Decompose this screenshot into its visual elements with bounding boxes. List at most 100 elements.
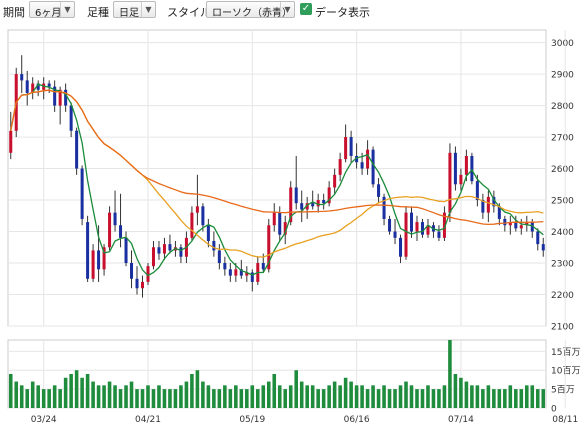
volume-bar: [535, 389, 540, 408]
interval-label: 足種: [87, 6, 109, 19]
volume-bar: [250, 385, 255, 408]
date-tick-label: 04/21: [135, 415, 161, 425]
volume-bar: [157, 385, 161, 408]
candle-down: [349, 137, 353, 156]
volume-bar: [442, 385, 447, 408]
volume-bar: [135, 389, 139, 408]
price-tick-label: 2400: [551, 228, 574, 238]
period-select-value: 6ヶ月: [35, 8, 62, 19]
style-label: スタイル: [167, 6, 211, 19]
volume-bar: [118, 389, 123, 408]
volume-bar: [36, 385, 40, 408]
candle-down: [393, 231, 397, 238]
stock-chart: 2100 2200 2300 2400 2500 2600 2700 2800 2900 3000…: [7, 29, 580, 425]
price-tick-label: 3000: [551, 39, 574, 49]
candle-up: [459, 174, 463, 185]
candle-up: [404, 212, 408, 257]
interval-select-value: 日足: [119, 8, 139, 19]
candle-down: [25, 80, 29, 93]
volume-bar: [52, 385, 57, 408]
candle-down: [420, 222, 424, 235]
period-select[interactable]: 6ヶ月 ▼: [29, 1, 75, 19]
volume-bar: [256, 389, 260, 408]
candle-down: [135, 278, 139, 289]
price-tick-label: 2300: [551, 260, 574, 270]
candle-down: [261, 263, 265, 270]
volume-bar: [503, 389, 507, 408]
candle-down: [97, 250, 101, 270]
volume-bar: [354, 385, 359, 408]
volume-bar: [217, 389, 222, 408]
candle-down: [69, 105, 73, 131]
volume-bar: [470, 385, 474, 408]
volume-bar: [492, 389, 496, 408]
price-tick-label: 2900: [551, 71, 574, 81]
candle-down: [179, 247, 183, 257]
period-label: 期間: [3, 6, 25, 19]
volume-bar: [14, 381, 19, 408]
volume-bar: [283, 389, 288, 408]
volume-bar: [228, 389, 233, 408]
interval-select[interactable]: 日足 ▼: [113, 1, 156, 19]
show-data-checkbox[interactable]: ✓: [300, 3, 312, 15]
style-select[interactable]: ローソク（赤青） ▼: [206, 1, 295, 19]
candle-up: [190, 212, 194, 238]
date-tick-label: 07/14: [448, 415, 474, 425]
candle-down: [80, 168, 84, 219]
chevron-down-icon: ▼: [141, 2, 155, 17]
volume-bar: [69, 374, 73, 408]
volume-bar: [129, 381, 134, 408]
volume-bar: [261, 385, 266, 408]
candle-up: [91, 250, 95, 279]
volume-bar: [338, 385, 342, 408]
candle-up: [333, 174, 337, 188]
candle-down: [371, 149, 375, 185]
volume-bar: [525, 385, 529, 408]
volume-bar: [316, 389, 320, 408]
volume-tick-label: 5百万: [551, 385, 575, 396]
candle-down: [124, 237, 128, 264]
volume-bar: [321, 389, 326, 408]
volume-bar: [162, 389, 167, 408]
candle-up: [448, 152, 452, 213]
volume-bar: [541, 389, 546, 408]
candle-down: [168, 244, 172, 251]
candle-down: [409, 212, 414, 232]
candle-down: [206, 225, 210, 241]
volume-bar: [481, 389, 485, 408]
volume-tick-label: 15百万: [551, 347, 580, 358]
candle-down: [541, 244, 545, 251]
volume-bar: [30, 381, 35, 408]
volume-bar: [398, 385, 403, 408]
volume-bar: [365, 389, 370, 408]
volume-bar: [234, 385, 238, 408]
volume-bar: [91, 381, 95, 408]
volume-bar: [179, 385, 183, 408]
volume-bar: [305, 385, 309, 408]
candle-down: [453, 152, 457, 185]
volume-bar: [404, 381, 408, 408]
volume-bar: [508, 385, 513, 408]
candle-down: [322, 200, 326, 204]
volume-bar: [41, 389, 46, 408]
candle-up: [151, 247, 155, 267]
volume-bar: [382, 385, 386, 408]
volume-bar: [47, 389, 51, 408]
candle-down: [228, 269, 232, 276]
candle-down: [157, 247, 161, 254]
volume-bar: [195, 370, 200, 408]
candle-down: [377, 184, 381, 197]
candle-up: [108, 212, 112, 248]
candle-down: [75, 130, 79, 169]
candle-down: [300, 203, 304, 210]
volume-bar: [168, 389, 172, 408]
volume-bar: [266, 381, 271, 408]
volume-tick-label: 10百万: [551, 366, 580, 377]
candle-down: [278, 212, 282, 235]
volume-bar: [102, 385, 106, 408]
candle-down: [437, 231, 441, 238]
volume-bar: [376, 389, 381, 408]
candle-down: [20, 74, 24, 81]
candle-down: [475, 181, 479, 201]
date-tick-label: 08/11: [552, 415, 578, 425]
